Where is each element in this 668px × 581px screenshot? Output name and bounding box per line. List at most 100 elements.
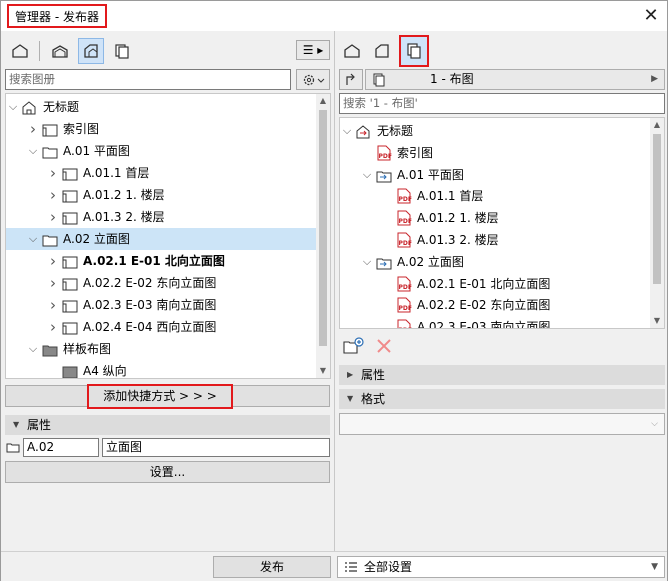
tree-row[interactable]: PDF 索引图 [340, 142, 650, 164]
chevron-down-icon[interactable]: ⌵ [28, 228, 38, 250]
chevron-right-icon[interactable]: › [48, 272, 58, 294]
tree-row[interactable]: ⌵ A.01 平面图 [340, 164, 650, 186]
left-toolbar: ☰ ▸ [1, 35, 334, 65]
tree-row-label: A.01.1 首层 [83, 166, 150, 180]
tree-row-label: A.02.2 E-02 东向立面图 [417, 298, 551, 313]
bottom-bar: 发布 全部设置 ▼ [1, 551, 667, 581]
tree-row[interactable]: ⌵ A.02 立面图 [6, 228, 316, 250]
right-search-input[interactable]: 搜索 '1 - 布图' [339, 93, 665, 114]
add-shortcut-button[interactable]: 添加快捷方式 > > > [87, 384, 233, 409]
scroll-down-icon[interactable]: ▼ [316, 364, 330, 378]
right-properties-header[interactable]: ▶ 属性 [339, 365, 665, 385]
scroll-thumb[interactable] [319, 110, 327, 346]
svg-text:PDF: PDF [399, 327, 412, 329]
chevron-down-icon[interactable]: ⌵ [28, 140, 38, 162]
project-map-button-right[interactable] [339, 38, 365, 64]
tree-row[interactable]: › A.02.2 E-02 东向立面图 [6, 272, 316, 294]
left-tree: ▲ ▼ ⌵ 无标题 › 索引图 ⌵ A.01 平面图 › A.01.1 首层 › A.01.2 1… [5, 93, 331, 379]
expand-arrow-icon: ▶ [347, 370, 354, 379]
layout-book-button-right[interactable] [369, 38, 395, 64]
chevron-right-icon[interactable]: › [28, 118, 38, 140]
layout-icon [62, 298, 78, 313]
tree-row[interactable]: PDF A.01.3 2. 楼层 [340, 229, 650, 251]
publisher-sets-button-right[interactable] [399, 35, 429, 67]
left-tree-scrollbar[interactable]: ▲ ▼ [316, 94, 330, 378]
name-field[interactable]: 立面图 [102, 438, 330, 457]
layout-book-button[interactable] [78, 38, 104, 64]
chevron-down-icon[interactable]: ⌵ [342, 120, 352, 142]
close-icon[interactable]: ✕ [639, 4, 663, 28]
tree-row[interactable]: › 索引图 [6, 118, 316, 140]
svg-text:PDF: PDF [399, 196, 412, 203]
list-icon [345, 562, 357, 572]
tree-row[interactable]: ⌵ 样板布图 [6, 338, 316, 360]
tree-row-label: A.02 立面图 [63, 232, 130, 246]
publisher-set-selector[interactable]: 1 - 布图 ▶ [365, 69, 665, 90]
publisher-sets-button[interactable] [109, 38, 135, 64]
chevron-down-icon[interactable]: ⌵ [28, 338, 38, 360]
up-level-button[interactable] [339, 69, 363, 90]
layout-icon [62, 320, 78, 335]
tree-row-label: A.02.4 E-04 西向立面图 [83, 320, 217, 334]
tree-row-label: A.02.3 E-03 南向立面图 [417, 320, 551, 329]
scroll-up-icon[interactable]: ▲ [650, 118, 664, 132]
svg-text:PDF: PDF [399, 305, 412, 312]
tree-row-label: A.01.3 2. 楼层 [83, 210, 165, 224]
chevron-down-icon[interactable]: ⌵ [362, 164, 372, 186]
tree-row-label: 索引图 [63, 122, 100, 136]
pdf-icon: PDF [396, 232, 412, 248]
left-properties-header[interactable]: ▼ 属性 [5, 415, 330, 435]
tree-row[interactable]: › A.02.1 E-01 北向立面图 [6, 250, 316, 272]
format-header[interactable]: ▼ 格式 [339, 389, 665, 409]
layout-icon [62, 210, 78, 225]
tree-row[interactable]: PDF A.02.1 E-01 北向立面图 [340, 273, 650, 295]
tree-row[interactable]: A4 纵向 [6, 360, 316, 378]
left-search-input[interactable]: 搜索图册 [5, 69, 291, 90]
svg-text:PDF: PDF [399, 240, 412, 247]
chevron-down-icon[interactable]: ⌵ [8, 96, 18, 118]
left-settings-button[interactable] [296, 69, 330, 90]
tree-row[interactable]: › A.01.2 1. 楼层 [6, 184, 316, 206]
scroll-down-icon[interactable]: ▼ [650, 314, 664, 328]
all-settings-selector[interactable]: 全部设置 ▼ [337, 556, 665, 578]
view-map-button[interactable] [47, 38, 73, 64]
gear-icon [303, 74, 325, 85]
id-field[interactable]: A.02 [23, 438, 99, 457]
chevron-right-icon[interactable]: › [48, 206, 58, 228]
settings-button[interactable]: 设置... [5, 461, 330, 483]
tree-row-label: A.01 平面图 [397, 167, 464, 182]
tree-row[interactable]: ⌵ 无标题 [340, 120, 650, 142]
project-map-button[interactable] [7, 38, 33, 64]
chevron-down-icon[interactable]: ⌵ [362, 251, 372, 273]
chevron-right-icon[interactable]: › [48, 316, 58, 338]
tree-row[interactable]: › A.01.1 首层 [6, 162, 316, 184]
svg-text:PDF: PDF [379, 153, 392, 160]
format-selector[interactable]: ⌵ [339, 413, 665, 435]
publish-button[interactable]: 发布 [213, 556, 331, 578]
tree-row-label: A4 纵向 [83, 364, 127, 378]
tree-row[interactable]: PDF A.02.2 E-02 东向立面图 [340, 294, 650, 316]
tree-row[interactable]: ⌵ A.02 立面图 [340, 251, 650, 273]
return-arrow-icon [346, 73, 355, 85]
chevron-right-icon[interactable]: › [48, 250, 58, 272]
tree-row[interactable]: ⌵ 无标题 [6, 96, 316, 118]
tree-row-label: A.02.1 E-01 北向立面图 [417, 276, 551, 291]
tree-row[interactable]: ⌵ A.01 平面图 [6, 140, 316, 162]
tree-row[interactable]: PDF A.01.1 首层 [340, 185, 650, 207]
new-folder-button[interactable] [343, 337, 365, 358]
folder-icon [42, 232, 58, 247]
tree-row[interactable]: PDF A.01.2 1. 楼层 [340, 207, 650, 229]
chevron-right-icon[interactable]: › [48, 162, 58, 184]
tree-row[interactable]: PDF A.02.3 E-03 南向立面图 [340, 316, 650, 329]
right-tree: ▲ ▼ ⌵ 无标题 PDF 索引图 ⌵ A.01 平面图 PDF A.01.1 首层 PDF A.… [339, 117, 665, 329]
chevron-right-icon[interactable]: › [48, 184, 58, 206]
tree-row[interactable]: › A.01.3 2. 楼层 [6, 206, 316, 228]
menu-button[interactable]: ☰ ▸ [296, 40, 330, 60]
tree-row[interactable]: › A.02.4 E-04 西向立面图 [6, 316, 316, 338]
delete-button[interactable] [375, 337, 393, 358]
tree-row[interactable]: › A.02.3 E-03 南向立面图 [6, 294, 316, 316]
right-tree-scrollbar[interactable]: ▲ ▼ [650, 118, 664, 328]
chevron-right-icon[interactable]: › [48, 294, 58, 316]
scroll-thumb[interactable] [653, 134, 661, 284]
scroll-up-icon[interactable]: ▲ [316, 94, 330, 108]
